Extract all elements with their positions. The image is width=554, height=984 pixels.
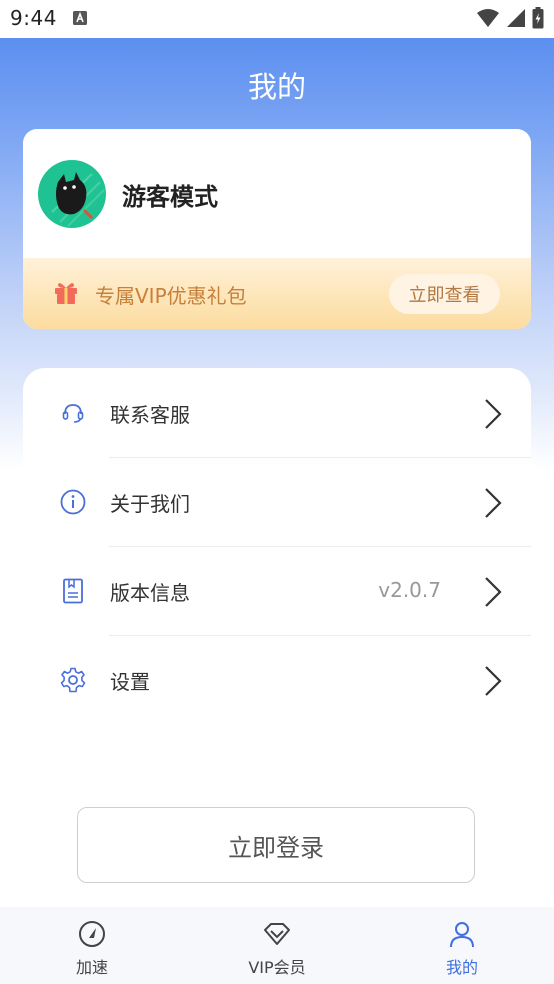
status-time: 9:44 xyxy=(10,6,57,30)
profile-screen: 9:44 我的 游客模式 专属VIP优惠礼包 立即查看 联系客服 关于我们 版本… xyxy=(0,0,554,984)
menu-item-label: 设置 xyxy=(110,670,150,694)
status-icons xyxy=(476,7,544,29)
battery-icon xyxy=(532,7,544,29)
menu-item-label: 关于我们 xyxy=(110,492,190,516)
chevron-right-icon xyxy=(485,577,502,607)
notification-a-icon xyxy=(73,11,87,25)
speedometer-icon xyxy=(79,921,105,947)
nav-tab-label: 我的 xyxy=(445,958,478,977)
info-icon xyxy=(60,489,86,515)
chevron-right-icon xyxy=(485,399,502,429)
view-vip-button[interactable]: 立即查看 xyxy=(389,274,500,314)
status-bar: 9:44 xyxy=(0,0,554,38)
gear-icon xyxy=(60,667,86,693)
menu-item-label: 联系客服 xyxy=(110,403,190,427)
user-icon xyxy=(450,922,474,948)
chevron-right-icon xyxy=(485,488,502,518)
signal-icon xyxy=(507,9,525,27)
avatar-cat-icon xyxy=(51,172,105,227)
nav-tab-accelerate[interactable]: 加速 xyxy=(0,907,184,984)
menu-item-about-us[interactable]: 关于我们 xyxy=(23,457,531,546)
login-button[interactable]: 立即登录 xyxy=(77,807,475,883)
menu-item-contact-support[interactable]: 联系客服 xyxy=(23,368,531,457)
document-icon xyxy=(63,578,83,604)
vip-banner-text: 专属VIP优惠礼包 xyxy=(95,284,247,308)
page-title: 我的 xyxy=(247,70,306,104)
bottom-nav: 加速 VIP会员 我的 xyxy=(0,907,554,984)
menu-item-settings[interactable]: 设置 xyxy=(23,635,531,724)
headset-icon xyxy=(62,404,84,423)
username: 游客模式 xyxy=(122,183,218,211)
menu-item-version-info[interactable]: 版本信息 v2.0.7 xyxy=(23,546,531,635)
nav-tab-vip[interactable]: VIP会员 xyxy=(185,907,369,984)
avatar[interactable] xyxy=(38,160,106,228)
menu-item-label: 版本信息 xyxy=(110,581,190,605)
nav-tab-label: VIP会员 xyxy=(248,958,306,977)
profile-card: 游客模式 专属VIP优惠礼包 立即查看 xyxy=(23,129,531,329)
nav-tab-label: 加速 xyxy=(75,958,108,977)
chevron-right-icon xyxy=(485,666,502,696)
gift-icon xyxy=(55,283,77,304)
nav-tab-mine[interactable]: 我的 xyxy=(370,907,554,984)
vip-banner[interactable]: 专属VIP优惠礼包 立即查看 xyxy=(23,258,531,329)
menu-card: 联系客服 关于我们 版本信息 v2.0.7 设置 xyxy=(23,368,531,748)
wifi-icon xyxy=(477,9,499,27)
version-value: v2.0.7 xyxy=(378,578,441,602)
diamond-icon xyxy=(264,923,290,945)
